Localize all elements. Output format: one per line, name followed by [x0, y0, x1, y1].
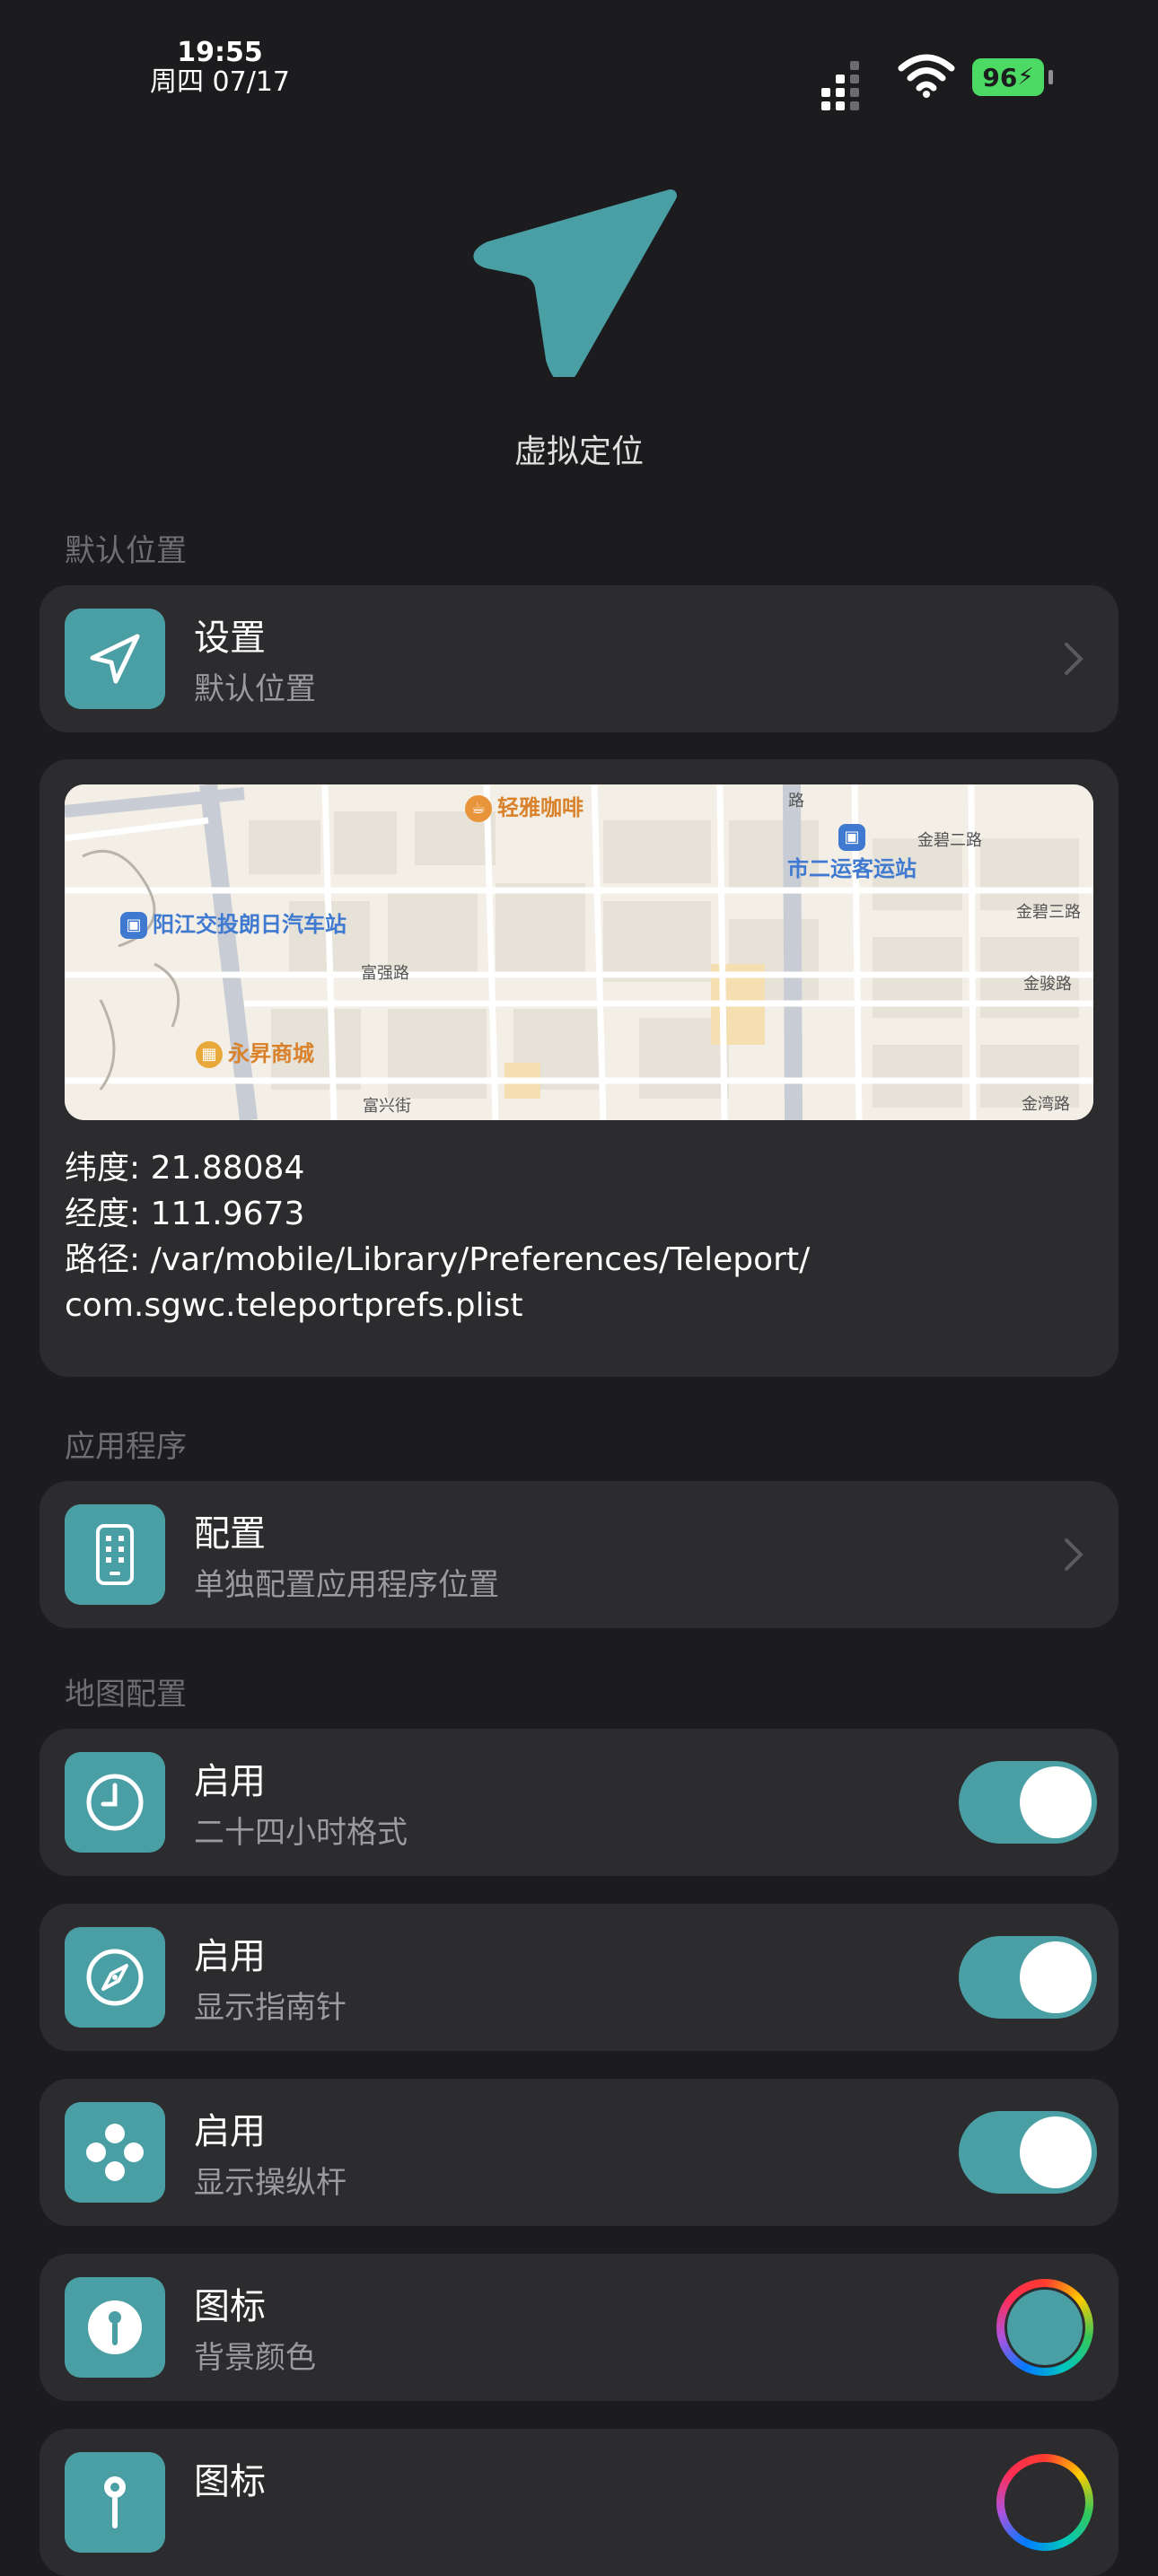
toggle-24-hour-row: 启用 二十四小时格式: [39, 1729, 1119, 1876]
latitude-value: 21.88084: [150, 1150, 305, 1187]
map-poi[interactable]: ▦ 永昇商城: [196, 1036, 314, 1068]
shopping-icon: ▦: [196, 1041, 223, 1068]
icon-color-row[interactable]: 图标: [39, 2429, 1119, 2576]
status-date: 周四 07/17: [150, 66, 290, 98]
pushpin-icon-box: [65, 2452, 165, 2553]
bus-station-icon: ▣: [120, 912, 147, 939]
page-title: 虚拟定位: [513, 434, 644, 470]
compass-icon: [86, 1949, 144, 2006]
toggle-knob: [1020, 2116, 1092, 2188]
path-line: 路径: /var/mobile/Library/Preferences/Tele…: [65, 1237, 810, 1283]
bus-station-icon: ▣: [838, 824, 865, 851]
gamepad-icon-box: [65, 2102, 165, 2203]
longitude-label: 经度:: [65, 1196, 141, 1232]
map-view[interactable]: ☕ 轻雅咖啡 ▣ 市二运客运站 ▣ 阳江交投朗日汽车站 ▦ 永昇商城 金碧二路 金碧三…: [65, 784, 1093, 1120]
row-subtitle: 显示操纵杆: [194, 2165, 347, 2201]
phone-icon: [96, 1524, 134, 1585]
map-poi[interactable]: ☕ 轻雅咖啡: [465, 790, 583, 822]
row-title: 启用: [194, 1761, 266, 1802]
longitude-value: 111.9673: [150, 1196, 305, 1232]
row-subtitle: 默认位置: [194, 671, 316, 707]
battery-indicator: 96 ⚡: [972, 58, 1044, 96]
poi-label: 阳江交投朗日汽车站: [153, 912, 347, 937]
path-value: /var/mobile/Library/Preferences/Teleport…: [150, 1241, 811, 1278]
location-arrow-icon: [90, 634, 140, 684]
selected-color-swatch: [1004, 2462, 1085, 2543]
road-label: 路: [788, 792, 804, 810]
road-label: 金碧三路: [1016, 903, 1081, 922]
selected-color-swatch: [1004, 2287, 1085, 2368]
joystick-toggle[interactable]: [959, 2111, 1097, 2194]
battery-tip: [1048, 70, 1053, 84]
app-config-icon-box: [65, 1504, 165, 1605]
status-clock: 19:55 周四 07/17: [148, 38, 292, 97]
poi-label: 永昇商城: [228, 1041, 314, 1066]
status-bar: 19:55 周四 07/17 96 ⚡: [0, 0, 1158, 126]
row-title: 启用: [194, 2111, 266, 2152]
row-subtitle: 背景颜色: [194, 2340, 316, 2376]
road-label: 金骏路: [1023, 975, 1072, 994]
poi-label: 市二运客运站: [787, 856, 917, 881]
map-poi[interactable]: ▣ 阳江交投朗日汽车站: [120, 907, 347, 939]
poi-label: 轻雅咖啡: [497, 795, 583, 820]
latitude-label: 纬度:: [65, 1150, 141, 1187]
pushpin-icon: [104, 2476, 126, 2528]
row-subtitle: 单独配置应用程序位置: [194, 1567, 499, 1603]
compass-icon-box: [65, 1927, 165, 2028]
status-time: 19:55: [177, 37, 263, 68]
road-label: 金湾路: [1022, 1095, 1070, 1114]
road-label: 富强路: [361, 964, 409, 983]
settings-icon-box: [65, 609, 165, 709]
row-subtitle: 二十四小时格式: [194, 1815, 408, 1851]
road-label: 富兴街: [363, 1097, 411, 1116]
row-title: 配置: [194, 1513, 266, 1555]
gamepad-icon: [86, 2124, 144, 2181]
path-label: 路径:: [65, 1241, 141, 1278]
clock-icon: [86, 1774, 144, 1831]
24-hour-toggle[interactable]: [959, 1761, 1097, 1844]
road-label: 金碧二路: [917, 831, 982, 850]
latitude-line: 纬度: 21.88084: [65, 1145, 810, 1191]
icon-background-color-row[interactable]: 图标 背景颜色: [39, 2254, 1119, 2401]
row-title: 图标: [194, 2286, 266, 2327]
toggle-joystick-row: 启用 显示操纵杆: [39, 2079, 1119, 2226]
toggle-knob: [1020, 1766, 1092, 1838]
section-applications: 应用程序: [65, 1429, 187, 1465]
color-picker-button[interactable]: [996, 2279, 1093, 2376]
cellular-signal-icon: [821, 61, 859, 110]
pin-icon: [88, 2300, 142, 2354]
color-picker-button[interactable]: [996, 2454, 1093, 2551]
cafe-icon: ☕: [465, 795, 492, 822]
clock-icon-box: [65, 1752, 165, 1853]
wifi-icon: [898, 54, 955, 98]
location-arrow-icon: [473, 189, 677, 377]
map-poi[interactable]: ▣ 市二运客运站: [787, 824, 917, 882]
row-subtitle: 显示指南针: [194, 1990, 347, 2026]
app-config-row[interactable]: 配置 单独配置应用程序位置: [39, 1481, 1119, 1628]
location-map-card: ☕ 轻雅咖啡 ▣ 市二运客运站 ▣ 阳江交投朗日汽车站 ▦ 永昇商城 金碧二路 金碧三…: [39, 759, 1119, 1377]
compass-toggle[interactable]: [959, 1936, 1097, 2019]
path-line-2: com.sgwc.teleportprefs.plist: [65, 1287, 523, 1324]
chevron-right-icon: [1065, 643, 1083, 675]
settings-default-location-row[interactable]: 设置 默认位置: [39, 585, 1119, 732]
battery-level: 96: [982, 62, 1018, 92]
row-title: 启用: [194, 1936, 266, 1977]
longitude-line: 经度: 111.9673: [65, 1191, 810, 1237]
location-info: 纬度: 21.88084 经度: 111.9673 路径: /var/mobil…: [65, 1145, 810, 1328]
row-title: 设置: [194, 618, 266, 659]
toggle-compass-row: 启用 显示指南针: [39, 1904, 1119, 2051]
header: 虚拟定位: [0, 180, 1158, 472]
toggle-knob: [1020, 1941, 1092, 2013]
section-map-config: 地图配置: [65, 1677, 187, 1713]
charging-bolt-icon: ⚡: [1017, 64, 1034, 91]
pin-icon-box: [65, 2277, 165, 2378]
section-default-location: 默认位置: [65, 533, 187, 569]
row-title: 图标: [194, 2461, 266, 2502]
chevron-right-icon: [1065, 1538, 1083, 1571]
